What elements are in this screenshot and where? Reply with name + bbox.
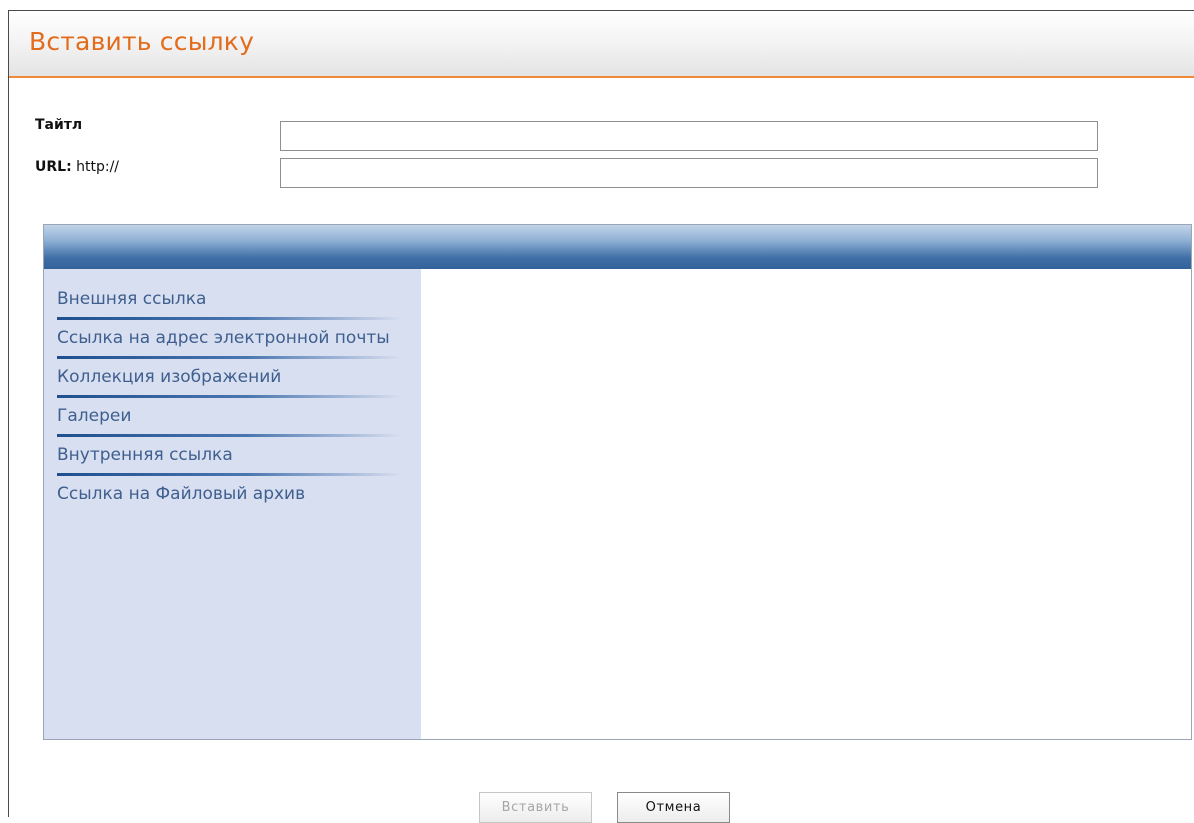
link-type-email[interactable]: Ссылка на адрес электронной почты [57, 320, 402, 359]
link-type-panel: Внешняя ссылка Ссылка на адрес электронн… [43, 224, 1192, 740]
link-type-galleries[interactable]: Галереи [57, 398, 402, 437]
url-label-prefix: http:// [71, 159, 120, 175]
link-type-label: Внешняя ссылка [57, 289, 207, 309]
insert-button[interactable]: Вставить [479, 792, 592, 823]
dialog-title: Вставить ссылку [29, 27, 255, 56]
link-type-label: Коллекция изображений [57, 367, 282, 387]
url-label-bold: URL: [35, 159, 72, 175]
insert-link-dialog: Вставить ссылку Тайтл URL: http:// Внешн… [8, 10, 1194, 823]
panel-header-bar [44, 225, 1191, 269]
link-type-label: Галереи [57, 406, 132, 426]
title-input[interactable] [280, 121, 1098, 151]
link-type-external[interactable]: Внешняя ссылка [57, 281, 402, 320]
link-type-internal[interactable]: Внутренняя ссылка [57, 437, 402, 476]
link-type-label: Ссылка на адрес электронной почты [57, 328, 390, 348]
link-type-label: Ссылка на Файловый архив [57, 484, 306, 504]
title-field-label: Тайтл [35, 117, 83, 133]
link-type-list: Внешняя ссылка Ссылка на адрес электронн… [44, 269, 421, 512]
url-input[interactable] [280, 158, 1098, 188]
cancel-button[interactable]: Отмена [617, 792, 730, 823]
dialog-titlebar: Вставить ссылку [9, 11, 1194, 78]
link-type-sidebar: Внешняя ссылка Ссылка на адрес электронн… [44, 269, 421, 739]
link-type-file-archive[interactable]: Ссылка на Файловый архив [57, 476, 402, 512]
url-field-label: URL: http:// [35, 159, 119, 175]
link-type-image-collection[interactable]: Коллекция изображений [57, 359, 402, 398]
link-type-content-area [421, 269, 1191, 739]
link-type-label: Внутренняя ссылка [57, 445, 233, 465]
